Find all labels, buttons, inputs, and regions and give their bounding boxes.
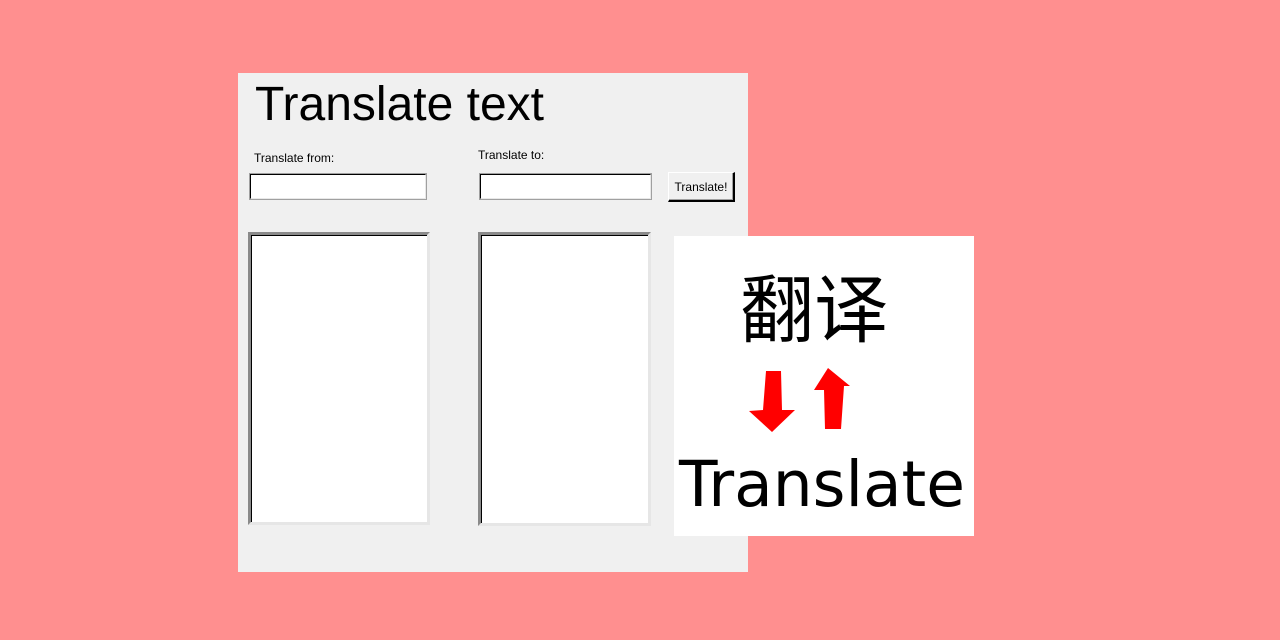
translate-from-label: Translate from:: [254, 151, 335, 165]
translate-to-label: Translate to:: [478, 148, 545, 162]
window-title: Translate text: [255, 78, 545, 131]
logo-english-text: Translate: [678, 448, 965, 521]
translate-button[interactable]: Translate!: [668, 172, 735, 202]
logo-chinese-text: 翻译: [740, 268, 888, 354]
target-text-area[interactable]: [478, 232, 651, 526]
to-language-input[interactable]: [479, 173, 652, 200]
source-text-area[interactable]: [248, 232, 430, 525]
from-language-input[interactable]: [249, 173, 427, 200]
translate-logo: 翻译 Translate: [674, 236, 974, 536]
